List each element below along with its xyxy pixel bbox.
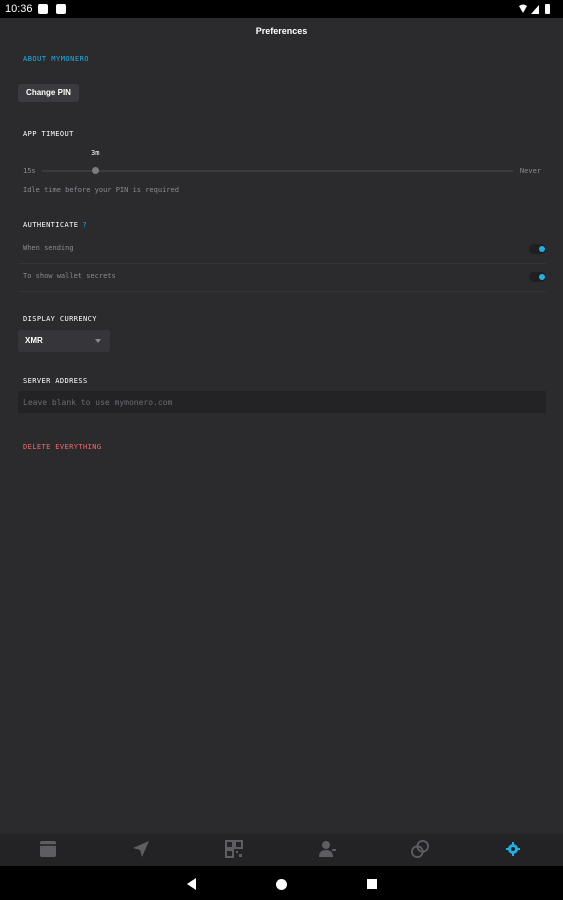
authenticate-heading: AUTHENTICATE? xyxy=(23,221,87,229)
server-address-label: SERVER ADDRESS xyxy=(23,377,88,385)
display-currency-label: DISPLAY CURRENCY xyxy=(23,315,97,323)
page-header: Preferences xyxy=(0,18,563,44)
authenticate-label: AUTHENTICATE xyxy=(23,221,79,229)
divider xyxy=(18,291,546,292)
change-pin-button[interactable]: Change PIN xyxy=(18,84,79,102)
delete-everything-button[interactable]: DELETE EVERYTHING xyxy=(23,443,101,451)
qr-code-icon xyxy=(225,840,243,858)
when-sending-toggle[interactable] xyxy=(529,244,546,254)
timeout-slider-track[interactable] xyxy=(42,170,513,172)
contacts-icon xyxy=(319,841,336,857)
wifi-battery-icons xyxy=(519,4,550,14)
show-wallet-secrets-label: To show wallet secrets xyxy=(23,272,116,280)
back-icon[interactable] xyxy=(187,878,196,890)
timeout-slider-thumb[interactable] xyxy=(92,167,99,174)
currency-select[interactable]: XMR xyxy=(18,330,110,352)
tab-exchange[interactable] xyxy=(373,834,466,866)
wallet-icon xyxy=(40,841,56,857)
about-mymonero-link[interactable]: ABOUT MYMONERO xyxy=(23,55,89,63)
when-sending-label: When sending xyxy=(23,244,74,252)
tab-wallets[interactable] xyxy=(1,834,94,866)
toggle-knob xyxy=(539,274,545,280)
sd-card-icon xyxy=(56,4,66,14)
server-address-input[interactable] xyxy=(18,391,546,413)
show-wallet-secrets-toggle[interactable] xyxy=(529,272,546,282)
page-title: Preferences xyxy=(255,26,308,36)
timeout-help-text: Idle time before your PIN is required xyxy=(23,186,179,194)
timeout-value: 3m xyxy=(91,149,100,157)
chevron-down-icon xyxy=(95,339,101,343)
send-icon xyxy=(133,841,149,857)
status-time: 10:36 xyxy=(5,3,33,15)
status-bar: 10:36 xyxy=(0,0,563,18)
tab-request[interactable] xyxy=(187,834,280,866)
gear-icon xyxy=(506,842,520,856)
currency-value: XMR xyxy=(25,336,43,345)
timeout-max-label: Never xyxy=(519,167,541,175)
authenticate-info-icon[interactable]: ? xyxy=(82,221,87,229)
tab-contacts[interactable] xyxy=(280,834,373,866)
system-nav-bar xyxy=(0,866,563,900)
home-icon[interactable] xyxy=(276,879,287,890)
app-timeout-label: APP TIMEOUT xyxy=(23,130,74,138)
toggle-knob xyxy=(539,246,545,252)
app-notification-icon xyxy=(38,4,48,14)
recents-icon[interactable] xyxy=(367,879,377,889)
divider xyxy=(18,263,546,264)
tab-send[interactable] xyxy=(94,834,187,866)
tab-settings[interactable] xyxy=(466,834,559,866)
bottom-tab-bar xyxy=(0,834,563,866)
exchange-icon xyxy=(411,840,429,858)
timeout-min-label: 15s xyxy=(23,167,36,175)
